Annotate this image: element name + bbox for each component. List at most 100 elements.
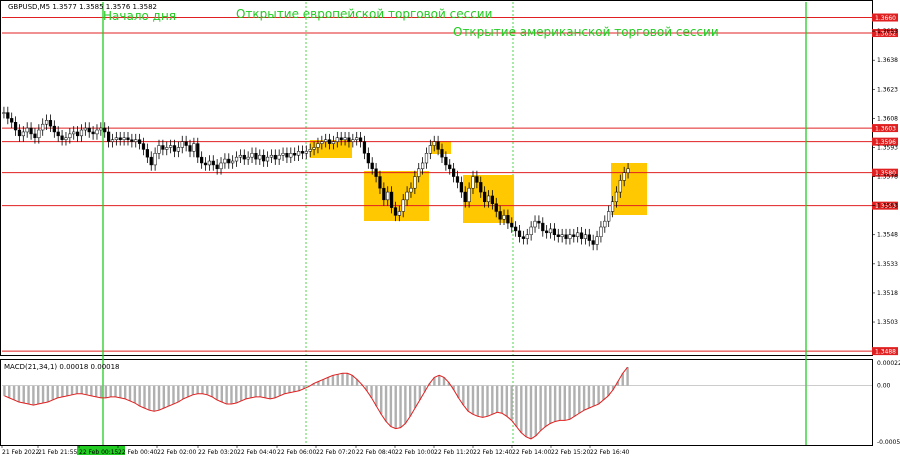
candle-bull [2,112,6,114]
candle-bear [552,228,557,235]
candle-bull [409,187,413,193]
candle-bear [273,154,277,160]
price-tick-label: 1.3503 [877,319,898,326]
forex-chart: 1.36601.36521.36031.35961.35801.35631.34… [0,0,900,456]
candle-bear [455,176,460,183]
time-tick-label: 22 Feb 12:40 [473,449,513,456]
candle-bull [622,172,626,181]
macd-panel-frame [0,359,873,446]
candle-bear [118,137,122,140]
candle-bear [33,133,37,139]
candle-bull [401,199,405,212]
candle-bear [87,127,91,133]
candle-bull [165,147,169,150]
candle-bear [506,215,510,224]
candle-bear [494,203,498,212]
candle-bull [83,127,87,131]
candle-bull [502,215,506,220]
candle-bull [576,232,580,237]
candle-bear [339,137,343,140]
candle-bull [223,158,227,164]
candle-bull [21,131,25,137]
candle-bear [300,151,305,154]
candle-bear [161,145,165,150]
candle-bull [610,201,615,212]
candle-bear [200,156,204,164]
candle-bull [583,234,588,239]
candle-bull [626,168,630,173]
price-tick-label: 1.3578 [877,174,898,181]
candle-bear [436,141,440,150]
candle-bull [234,156,239,162]
candle-bear [564,234,568,239]
candle-bull [122,137,126,140]
candle-bear [459,182,463,193]
candle-bull [99,127,103,131]
candle-bull [296,151,301,156]
time-tick-label: 22 Feb 14:00 [512,449,552,456]
candle-bull [568,234,572,239]
candle-bull [281,153,285,156]
candle-bull [157,145,161,154]
candle-bear [196,143,200,158]
candle-bear [366,153,370,164]
time-tick-label: 22 Feb 15:20 [551,449,591,456]
time-tick-label: 21 Feb 2022 [2,449,40,456]
candle-bull [599,226,603,237]
candle-bear [378,176,382,189]
candle-bear [184,141,188,146]
candle-bull [192,143,196,152]
candle-bull [95,129,99,135]
candle-bull [355,137,359,140]
candle-bull [250,153,254,158]
candle-bull [316,143,320,148]
price-tick-label: 1.3593 [877,144,898,151]
time-tick-label: 22 Feb 00:40 [118,449,158,456]
candle-bull [432,141,436,146]
candle-bear [106,131,111,142]
candle-bear [362,141,367,154]
candle-bull [68,133,72,139]
candle-bull [618,180,622,193]
candle-bull [269,154,274,158]
candle-bear [572,234,576,237]
candle-bear [203,162,208,166]
price-tick-label: 1.3533 [877,261,898,268]
time-tick-label: 22 Feb 07:20 [316,449,356,456]
candle-bear [188,145,192,152]
candle-bear [91,131,95,135]
price-tick-label: 1.3563 [877,203,898,210]
time-tick-label: 22 Feb 11:20 [434,449,474,456]
candle-bear [347,137,351,142]
candle-bull [428,145,432,154]
price-tick-label: 1.3638 [877,57,898,64]
candle-bull [614,191,619,203]
candle-bear [479,182,483,193]
candle-bull [289,153,293,158]
candle-bull [397,211,401,216]
time-tick-label: 22 Feb 06:00 [277,449,317,456]
candle-bull [417,168,421,177]
candle-bull [529,226,533,235]
candle-bull [386,191,390,201]
time-tick-label: 22 Feb 08:40 [356,449,396,456]
candle-bull [37,129,41,139]
candle-bull [351,139,355,142]
candle-bear [242,154,246,160]
candle-bull [265,156,270,162]
eu-session-label: Открытие европейской торговой сессии [236,7,492,21]
candle-bear [56,131,60,137]
candle-bull [44,120,49,125]
candle-bull [64,137,68,140]
candle-bear [448,164,452,170]
candle-bear [517,230,522,237]
candle-bull [525,234,529,239]
candle-bear [327,139,332,144]
candle-bear [130,139,134,142]
macd-tick-label: 0.00022 [877,360,900,367]
candle-bull [312,147,316,150]
price-tick-label: 1.3518 [877,290,898,297]
time-tick-label: 21 Feb 21:55 [38,449,78,456]
time-tick-label: 22 Feb 02:00 [157,449,197,456]
day-start-label: Начало дня [103,9,176,23]
